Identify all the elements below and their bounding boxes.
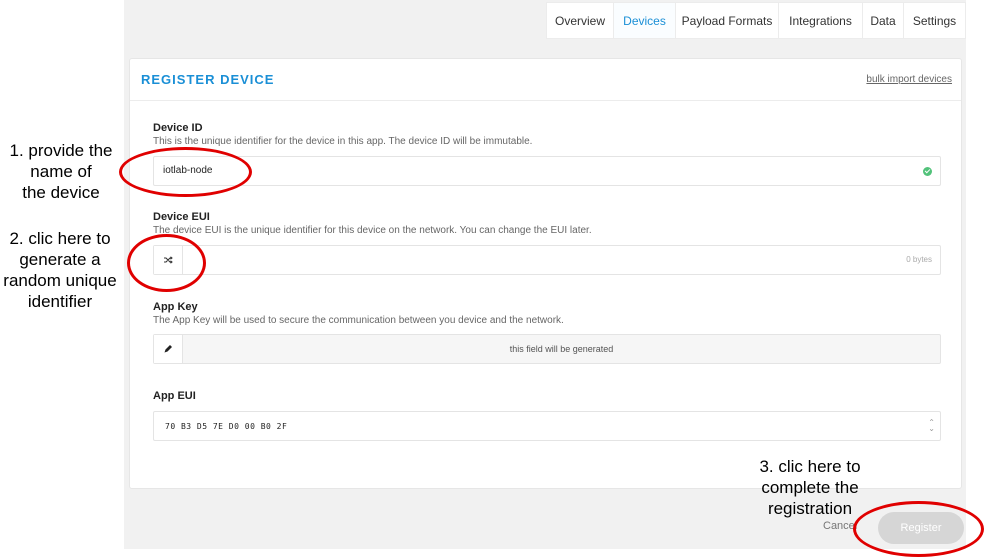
device-eui-label: Device EUI — [153, 211, 210, 223]
device-eui-section: Device EUI The device EUI is the unique … — [153, 211, 941, 275]
device-id-input[interactable]: iotlab-node — [153, 156, 941, 186]
pencil-icon — [164, 345, 172, 353]
app-key-placeholder: this field will be generated — [509, 344, 614, 354]
edit-app-key-button[interactable] — [154, 335, 183, 363]
tab-devices[interactable]: Devices — [614, 3, 676, 38]
tab-settings[interactable]: Settings — [904, 3, 965, 38]
tab-overview[interactable]: Overview — [547, 3, 614, 38]
shuffle-icon — [164, 256, 173, 264]
app-key-label: App Key — [153, 301, 198, 313]
annotation-step2: 2. clic here to generate a random unique… — [3, 229, 117, 311]
annotation-step1: 1. provide the name of the device — [9, 141, 113, 202]
generate-eui-button[interactable] — [154, 246, 183, 274]
annotation-step3: 3. clic here to complete the registratio… — [759, 457, 861, 518]
app-eui-section: App EUI 70 B3 D5 7E D0 00 B0 2F ⌃ ⌄ — [153, 390, 941, 441]
register-device-card: REGISTER DEVICE bulk import devices Devi… — [129, 58, 962, 489]
check-circle-icon — [923, 167, 932, 176]
device-eui-input[interactable]: 0 bytes — [153, 245, 941, 275]
device-id-section: Device ID This is the unique identifier … — [153, 122, 941, 186]
tab-integrations[interactable]: Integrations — [779, 3, 863, 38]
app-tabs: Overview Devices Payload Formats Integra… — [546, 2, 966, 39]
page-title: REGISTER DEVICE — [141, 72, 275, 87]
app-key-description: The App Key will be used to secure the c… — [153, 315, 564, 326]
device-id-value: iotlab-node — [163, 165, 213, 176]
app-eui-label: App EUI — [153, 390, 196, 402]
device-id-label: Device ID — [153, 122, 203, 134]
device-eui-description: The device EUI is the unique identifier … — [153, 225, 592, 236]
bulk-import-link[interactable]: bulk import devices — [866, 74, 952, 85]
card-header: REGISTER DEVICE bulk import devices — [130, 59, 961, 101]
tab-data[interactable]: Data — [863, 3, 904, 38]
app-key-input[interactable]: this field will be generated — [153, 334, 941, 364]
tab-payload-formats[interactable]: Payload Formats — [676, 3, 779, 38]
app-eui-select[interactable]: 70 B3 D5 7E D0 00 B0 2F ⌃ ⌄ — [153, 411, 941, 441]
chevron-updown-icon: ⌃ ⌄ — [928, 418, 935, 433]
cancel-button[interactable]: Cancel — [823, 520, 857, 532]
app-eui-value: 70 B3 D5 7E D0 00 B0 2F — [165, 422, 288, 431]
app-key-section: App Key The App Key will be used to secu… — [153, 301, 941, 364]
register-button[interactable]: Register — [878, 512, 964, 544]
device-id-description: This is the unique identifier for the de… — [153, 136, 533, 147]
eui-byte-count: 0 bytes — [906, 255, 932, 264]
